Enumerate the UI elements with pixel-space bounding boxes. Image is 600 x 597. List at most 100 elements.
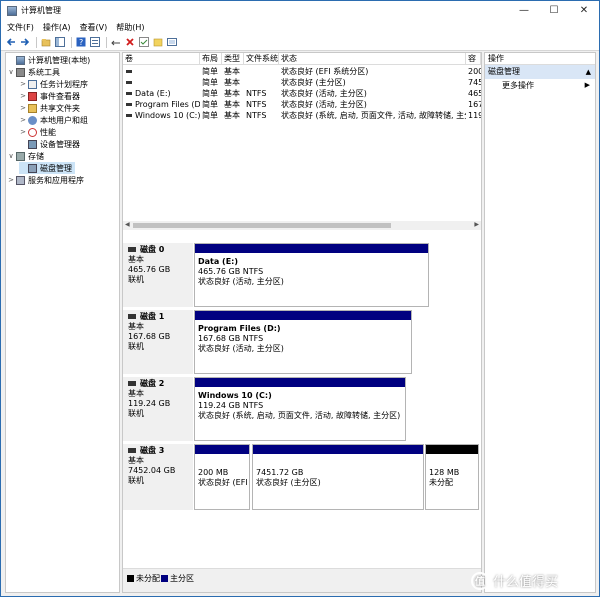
delete-icon[interactable] (124, 37, 135, 48)
partition-block-primary[interactable]: 7451.72 GB 状态良好 (主分区) (252, 444, 424, 510)
disk-label[interactable]: 磁盘 2 基本 119.24 GB 联机 (123, 377, 193, 441)
connect-icon[interactable] (110, 37, 121, 48)
menu-bar: 文件(F) 操作(A) 查看(V) 帮助(H) (1, 20, 599, 34)
partition-size: 7451.72 GB (256, 468, 304, 477)
tree-item-computer-management[interactable]: 计算机管理(本地) (7, 54, 90, 66)
scroll-right-icon[interactable]: ▶ (474, 221, 479, 228)
chevron-right-icon[interactable]: > (19, 92, 27, 100)
chevron-right-icon[interactable]: > (19, 128, 27, 136)
maximize-button[interactable]: ☐ (539, 1, 569, 20)
tree-item-services-apps[interactable]: > 服务和应用程序 (7, 174, 84, 186)
scroll-left-icon[interactable]: ◀ (125, 221, 130, 228)
partition-block[interactable]: Windows 10 (C:) 119.24 GB NTFS 状态良好 (系统,… (194, 377, 406, 441)
volume-cell-cap: 167 (468, 100, 481, 109)
tree-item-event-viewer[interactable]: > 事件查看器 (19, 90, 80, 102)
column-header-layout[interactable]: 布局 (200, 53, 222, 65)
disk-size: 167.68 GB (128, 332, 171, 341)
column-header-capacity[interactable]: 容 (466, 53, 481, 65)
volume-cell-layout: 简单 (202, 89, 218, 98)
tree-item-label: 计算机管理(本地) (28, 55, 91, 65)
more-actions-item[interactable]: 更多操作 ▶ (485, 79, 595, 92)
chevron-right-icon[interactable]: > (7, 176, 15, 184)
disk-icon (128, 448, 136, 453)
svg-text:?: ? (79, 38, 83, 47)
disk-management-icon (28, 163, 37, 173)
menu-action[interactable]: 操作(A) (43, 22, 71, 33)
chevron-right-icon[interactable]: > (19, 116, 27, 124)
volume-row[interactable]: Windows 10 (C:) 简单 基本 NTFS 状态良好 (系统, 启动, 页面文… (123, 110, 481, 121)
column-header-filesystem[interactable]: 文件系统 (244, 53, 279, 65)
disk-label[interactable]: 磁盘 3 基本 7452.04 GB 联机 (123, 444, 193, 510)
event-viewer-icon (28, 91, 37, 101)
volume-row[interactable]: 简单 基本 状态良好 (EFI 系统分区) 200 (123, 66, 481, 77)
volume-cell-name: Data (E:) (135, 89, 171, 98)
chevron-down-icon[interactable]: ∨ (7, 152, 15, 160)
partition-color-bar (195, 244, 428, 253)
task-scheduler-icon (28, 79, 37, 89)
volume-row[interactable]: Data (E:) 简单 基本 NTFS 状态良好 (活动, 主分区) 465 (123, 88, 481, 99)
tree-item-storage[interactable]: ∨ 存储 (7, 150, 44, 162)
collapse-up-icon[interactable]: ▲ (586, 65, 591, 79)
properties-icon[interactable] (89, 37, 100, 48)
disk-label[interactable]: 磁盘 0 基本 465.76 GB 联机 (123, 243, 193, 307)
menu-help[interactable]: 帮助(H) (116, 22, 144, 33)
chevron-right-icon[interactable]: > (19, 104, 27, 112)
tree-item-label: 系统工具 (28, 67, 60, 77)
volume-icon (126, 92, 132, 95)
chevron-down-icon[interactable]: ∨ (7, 68, 15, 76)
watermark: 值 什么值得买 (471, 571, 558, 590)
disk-type: 基本 (128, 255, 144, 264)
volume-cell-name: Program Files (D:) (135, 100, 200, 109)
column-header-type[interactable]: 类型 (222, 53, 244, 65)
check-icon[interactable] (138, 37, 149, 48)
partition-color-bar (253, 445, 423, 454)
volume-row[interactable]: Program Files (D:) 简单 基本 NTFS 状态良好 (活动, 主分区)… (123, 99, 481, 110)
partition-title: Windows 10 (C:) (198, 391, 272, 400)
tree-item-disk-management[interactable]: 磁盘管理 (19, 162, 75, 174)
computer-management-icon (7, 5, 17, 16)
close-button[interactable]: ✕ (569, 1, 599, 20)
tree-item-task-scheduler[interactable]: > 任务计划程序 (19, 78, 88, 90)
disk-type: 基本 (128, 456, 144, 465)
tree-item-system-tools[interactable]: ∨ 系统工具 (7, 66, 60, 78)
tree-item-shared-folders[interactable]: > 共享文件夹 (19, 102, 80, 114)
computer-management-window: 计算机管理 — ☐ ✕ 文件(F) 操作(A) 查看(V) 帮助(H) ? 计算… (0, 0, 600, 597)
volume-cell-cap: 119 (468, 111, 481, 120)
tree-item-local-users-groups[interactable]: > 本地用户和组 (19, 114, 88, 126)
partition-block[interactable]: Data (E:) 465.76 GB NTFS 状态良好 (活动, 主分区) (194, 243, 429, 307)
back-arrow-icon[interactable] (5, 37, 16, 48)
minimize-button[interactable]: — (509, 1, 539, 20)
folder-yellow-icon[interactable] (152, 37, 163, 48)
partition-status: 状态良好 (主分区) (256, 478, 321, 487)
partition-size: 128 MB (429, 468, 460, 477)
menu-view[interactable]: 查看(V) (80, 22, 108, 33)
chevron-right-icon[interactable]: > (19, 80, 27, 88)
actions-section-disk-management[interactable]: 磁盘管理 ▲ (485, 65, 595, 79)
tree-item-performance[interactable]: > 性能 (19, 126, 56, 138)
forward-arrow-icon[interactable] (19, 37, 30, 48)
up-folder-icon[interactable] (40, 37, 51, 48)
legend-swatch (127, 575, 134, 582)
show-hide-tree-icon[interactable] (54, 37, 65, 48)
volume-cell-layout: 简单 (202, 78, 218, 87)
partition-block-efi[interactable]: 200 MB 状态良好 (EFI 3 (194, 444, 250, 510)
column-header-status[interactable]: 状态 (279, 53, 466, 65)
disk-status: 联机 (128, 275, 144, 284)
legend-swatch (161, 575, 168, 582)
partition-block[interactable]: Program Files (D:) 167.68 GB NTFS 状态良好 (… (194, 310, 412, 374)
partition-color-bar (426, 445, 478, 454)
horizontal-scrollbar[interactable]: ◀ ▶ (123, 221, 481, 230)
title-bar: 计算机管理 — ☐ ✕ (1, 1, 599, 20)
rescan-icon[interactable] (166, 37, 177, 48)
volume-row[interactable]: 简单 基本 状态良好 (主分区) 745 (123, 77, 481, 88)
disk-management-pane: 卷 布局 类型 文件系统 状态 容 简单 基本 状态良好 (EFI 系统分区) 200… (122, 52, 482, 593)
disk-label[interactable]: 磁盘 1 基本 167.68 GB 联机 (123, 310, 193, 374)
disk-name: 磁盘 1 (140, 312, 165, 321)
partition-size: 200 MB (198, 468, 229, 477)
help-icon[interactable]: ? (75, 37, 86, 48)
menu-file[interactable]: 文件(F) (7, 22, 34, 33)
partition-block-unallocated[interactable]: 128 MB 未分配 (425, 444, 479, 510)
tree-item-device-manager[interactable]: 设备管理器 (19, 138, 80, 150)
scrollbar-thumb[interactable] (133, 223, 391, 228)
column-header-volume[interactable]: 卷 (123, 53, 200, 65)
